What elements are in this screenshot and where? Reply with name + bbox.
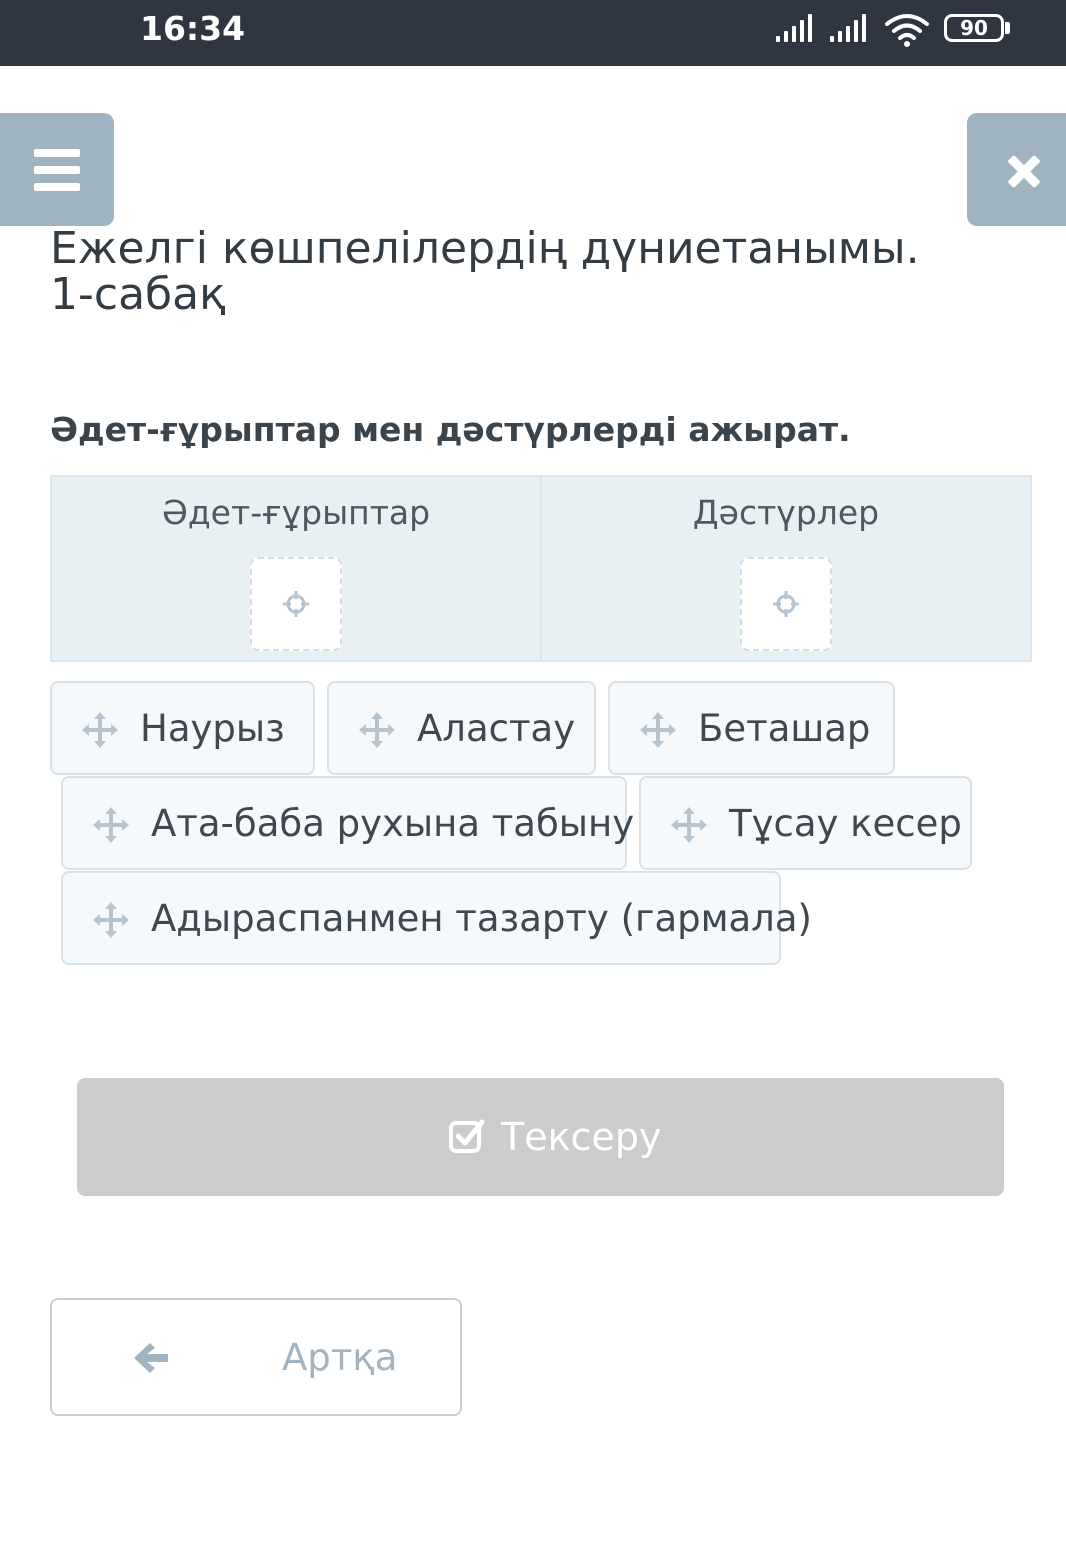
battery-level: 90 xyxy=(960,16,988,40)
status-bar: 16:34 90 xyxy=(0,0,1066,66)
drop-slot[interactable] xyxy=(250,557,342,651)
chip-label: Адыраспанмен тазарту (гармала) xyxy=(151,897,812,940)
battery-nub xyxy=(1005,22,1010,34)
cell-signal-2-icon xyxy=(830,14,872,42)
chip-label: Наурыз xyxy=(140,707,285,750)
chip-label: Ата-баба рухына табыну xyxy=(151,802,635,845)
move-icon xyxy=(93,902,129,938)
page-title: Ежелгі көшпелілердің дүниетанымы. 1-саба… xyxy=(50,223,920,320)
chip-label: Беташар xyxy=(698,707,871,750)
move-icon xyxy=(82,712,118,748)
menu-button[interactable] xyxy=(0,113,114,226)
drop-slot[interactable] xyxy=(740,557,832,651)
battery-icon: 90 xyxy=(944,14,1004,42)
chip-label: Аластау xyxy=(417,707,576,750)
crosshair-icon xyxy=(773,591,799,617)
check-button[interactable]: Тексеру xyxy=(77,1078,1004,1196)
status-time: 16:34 xyxy=(140,9,246,48)
back-button[interactable]: Артқа xyxy=(50,1298,462,1416)
draggable-chip[interactable]: Беташар xyxy=(608,681,895,775)
drop-zones: Әдет-ғұрыптар Дәстүрлер xyxy=(50,475,1032,662)
question-text: Әдет-ғұрыптар мен дәстүрлерді ажырат. xyxy=(50,410,851,449)
move-icon xyxy=(93,807,129,843)
draggable-chip[interactable]: Тұсау кесер xyxy=(639,776,972,870)
draggable-chip[interactable]: Ата-баба рухына табыну xyxy=(61,776,634,870)
drop-zone-label: Дәстүрлер xyxy=(692,493,880,532)
checkbox-check-icon xyxy=(449,1119,485,1153)
draggable-chip[interactable]: Наурыз xyxy=(50,681,315,775)
close-button[interactable] xyxy=(967,113,1066,226)
chip-label: Тұсау кесер xyxy=(729,802,962,845)
move-icon xyxy=(640,712,676,748)
wifi-icon xyxy=(885,14,929,47)
draggable-chip[interactable]: Адыраспанмен тазарту (гармала) xyxy=(61,871,812,965)
move-icon xyxy=(359,712,395,748)
back-button-label: Артқа xyxy=(282,1336,398,1379)
arrow-left-icon xyxy=(134,1343,168,1373)
move-icon xyxy=(671,807,707,843)
crosshair-icon xyxy=(283,591,309,617)
drop-zone-customs[interactable]: Әдет-ғұрыптар xyxy=(52,477,540,660)
drop-zone-traditions[interactable]: Дәстүрлер xyxy=(540,477,1030,660)
draggable-chip[interactable]: Аластау xyxy=(327,681,596,775)
cell-signal-icon xyxy=(776,14,818,42)
drop-zone-label: Әдет-ғұрыптар xyxy=(161,493,431,532)
check-button-label: Тексеру xyxy=(501,1115,662,1159)
